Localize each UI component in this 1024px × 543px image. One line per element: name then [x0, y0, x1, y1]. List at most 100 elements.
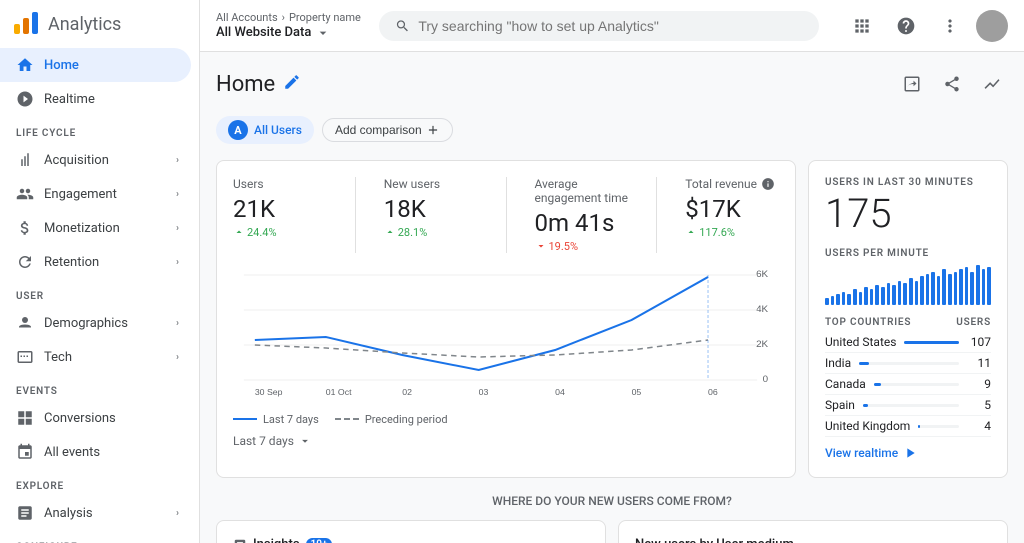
sidebar-item-engagement[interactable]: Engagement ›	[0, 177, 191, 211]
sidebar-item-monetization[interactable]: Monetization ›	[0, 211, 191, 245]
stat-revenue: Total revenue $17K 117.6%	[685, 177, 779, 253]
expand-arrow-retention: ›	[176, 257, 179, 268]
svg-text:02: 02	[402, 387, 412, 397]
sidebar-item-analysis[interactable]: Analysis ›	[0, 496, 191, 530]
svg-text:2K: 2K	[756, 338, 769, 349]
country-bar-container	[859, 362, 959, 365]
sidebar-item-tech[interactable]: Tech ›	[0, 340, 191, 374]
sidebar-item-conversions[interactable]: Conversions	[0, 401, 191, 435]
nav-engagement-label: Engagement	[44, 187, 117, 202]
upm-bar	[959, 269, 963, 305]
country-users: 4	[967, 419, 991, 433]
realtime-label: USERS IN LAST 30 MINUTES	[825, 177, 991, 188]
country-name: Spain	[825, 398, 855, 412]
upm-bar	[937, 276, 941, 305]
add-comparison-label: Add comparison	[335, 123, 422, 137]
top-countries-header: TOP COUNTRIES USERS	[825, 317, 991, 328]
svg-text:05: 05	[632, 387, 642, 397]
legend-line-preceding	[335, 418, 359, 420]
all-events-icon	[16, 443, 34, 461]
users-label: Users	[233, 177, 327, 191]
sidebar-item-retention[interactable]: Retention ›	[0, 245, 191, 279]
edit-icon	[283, 73, 301, 91]
edit-page-icon[interactable]	[283, 73, 301, 96]
engagement-label: Average engagement time	[535, 177, 629, 205]
new-users-value: 18K	[384, 195, 478, 224]
new-users-label: New users	[384, 177, 478, 191]
sidebar-item-realtime[interactable]: Realtime	[0, 82, 191, 116]
nav-home-label: Home	[44, 58, 79, 73]
arrow-right-icon	[902, 445, 918, 461]
all-users-chip[interactable]: A All Users	[216, 116, 314, 144]
search-box[interactable]	[379, 11, 819, 41]
page-header-actions	[896, 68, 1008, 100]
apps-button[interactable]	[844, 8, 880, 44]
upm-bar	[920, 276, 924, 305]
legend-current-label: Last 7 days	[263, 413, 319, 426]
stat-users: Users 21K 24.4%	[233, 177, 327, 253]
engagement-change-pct: 19.5%	[549, 240, 579, 253]
sidebar-nav: Home Realtime LIFE CYCLE Acquisition › E…	[0, 48, 199, 543]
upm-bar	[853, 289, 857, 305]
upm-bar	[954, 272, 958, 305]
svg-text:06: 06	[708, 387, 718, 397]
nav-realtime-label: Realtime	[44, 92, 95, 107]
users-change: 24.4%	[233, 226, 327, 239]
insights-title: Insights 10+	[233, 537, 589, 543]
stats-chart-card: Users 21K 24.4% New users 18K 28.1	[216, 160, 796, 478]
section-events: EVENTS	[0, 374, 199, 401]
country-bar-container	[918, 425, 959, 428]
time-range-label: Last 7 days	[233, 434, 294, 448]
sidebar-item-all-events[interactable]: All events	[0, 435, 191, 469]
country-row: United Kingdom 4	[825, 416, 991, 437]
help-button[interactable]	[888, 8, 924, 44]
property-selector[interactable]: All Website Data	[216, 25, 361, 41]
sidebar-item-home[interactable]: Home	[0, 48, 191, 82]
search-input[interactable]	[418, 18, 803, 34]
upm-bar	[926, 274, 930, 305]
country-users: 11	[967, 356, 991, 370]
sidebar-item-demographics[interactable]: Demographics ›	[0, 306, 191, 340]
country-row: Spain 5	[825, 395, 991, 416]
country-users: 107	[967, 335, 991, 349]
revenue-value: $17K	[685, 195, 779, 224]
main-grid: Users 21K 24.4% New users 18K 28.1	[216, 160, 1008, 478]
country-bar-container	[904, 341, 959, 344]
section-configure: CONFIGURE	[0, 530, 199, 543]
customize-button[interactable]	[976, 68, 1008, 100]
expand-arrow-analysis: ›	[176, 508, 179, 519]
new-users-change-pct: 28.1%	[398, 226, 428, 239]
upm-bar	[887, 283, 891, 305]
top-countries-label: TOP COUNTRIES	[825, 317, 911, 328]
upm-bar	[987, 267, 991, 305]
country-name: India	[825, 356, 851, 370]
down-arrow-icon	[535, 240, 547, 252]
upm-bar	[842, 292, 846, 305]
share-view-icon	[903, 75, 921, 93]
dropdown-icon	[800, 538, 814, 543]
info-icon	[761, 177, 775, 191]
upm-bar	[892, 285, 896, 305]
upm-label: USERS PER MINUTE	[825, 248, 991, 259]
realtime-icon	[16, 90, 34, 108]
revenue-label: Total revenue	[685, 177, 779, 191]
add-comparison-button[interactable]: Add comparison	[322, 118, 453, 142]
view-realtime-link[interactable]: View realtime	[825, 445, 991, 461]
page-title: Home	[216, 72, 275, 97]
avatar[interactable]	[976, 10, 1008, 42]
topbar: All Accounts › Property name All Website…	[200, 0, 1024, 52]
share-view-button[interactable]	[896, 68, 928, 100]
users-value: 21K	[233, 195, 327, 224]
time-range-arrow-icon	[298, 434, 312, 448]
nav-monetization-label: Monetization	[44, 221, 120, 236]
chart-svg: 6K 4K 2K 0 30 Sep 01 Oct 02 03	[233, 265, 779, 405]
up-arrow-icon-3	[685, 226, 697, 238]
sidebar-item-acquisition[interactable]: Acquisition ›	[0, 143, 191, 177]
time-range-selector[interactable]: Last 7 days	[233, 434, 779, 448]
upm-bar	[836, 294, 840, 305]
more-button[interactable]	[932, 8, 968, 44]
country-bar	[863, 404, 868, 407]
share-button[interactable]	[936, 68, 968, 100]
view-realtime-label: View realtime	[825, 446, 898, 460]
bottom-section-label: WHERE DO YOUR NEW USERS COME FROM?	[216, 494, 1008, 508]
